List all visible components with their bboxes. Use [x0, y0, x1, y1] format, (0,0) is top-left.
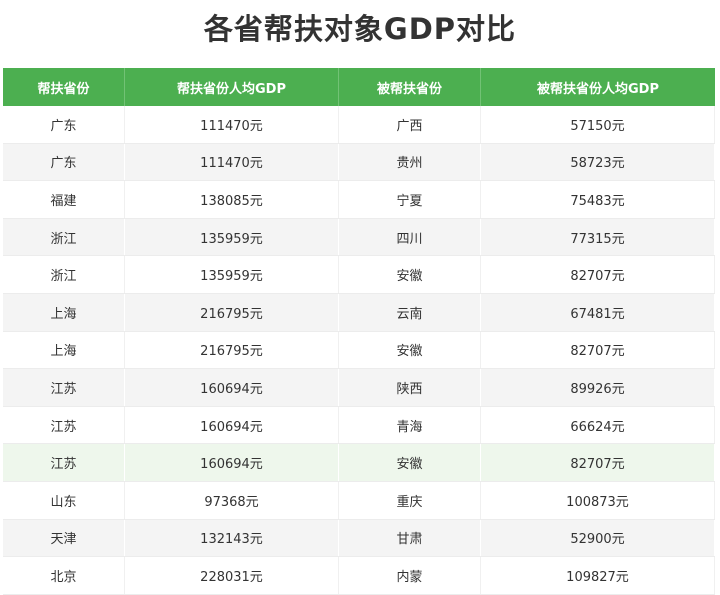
row-helper-gdp: 111470元: [125, 143, 339, 181]
gdp-comparison-table: 帮扶省份 帮扶省份人均GDP 被帮扶省份 被帮扶省份人均GDP 广东 111470…: [3, 68, 715, 595]
row-helped-gdp: 58723元: [481, 143, 715, 181]
row-helped-gdp: 75483元: [481, 181, 715, 218]
row-helped-gdp: 82707元: [481, 256, 715, 293]
row-helper-gdp: 160694元: [125, 369, 339, 406]
row-helper-province: 浙江: [3, 256, 125, 293]
row-helped-gdp: 66624元: [481, 406, 715, 444]
row-helped-gdp: 77315元: [481, 218, 715, 256]
table-row: 广东 111470元 贵州 58723元: [3, 143, 715, 182]
row-helper-province: 上海: [3, 293, 125, 331]
row-helped-gdp: 109827元: [481, 557, 715, 594]
row-helper-gdp: 111470元: [125, 106, 339, 143]
table-row: 天津 132143元 甘肃 52900元: [3, 519, 715, 558]
row-helper-province: 福建: [3, 181, 125, 218]
row-helped-province: 安徽: [339, 331, 481, 369]
row-helped-gdp: 67481元: [481, 293, 715, 331]
table-row: 北京 228031元 内蒙 109827元: [3, 557, 715, 595]
row-helper-province: 江苏: [3, 444, 125, 481]
row-helped-gdp: 57150元: [481, 106, 715, 143]
header-helper-gdp[interactable]: 帮扶省份人均GDP: [125, 68, 339, 106]
row-helper-gdp: 97368元: [125, 481, 339, 519]
header-helped-province[interactable]: 被帮扶省份: [339, 68, 481, 106]
row-helper-gdp: 160694元: [125, 406, 339, 444]
table-row: 上海 216795元 安徽 82707元: [3, 331, 715, 370]
row-helped-province: 贵州: [339, 143, 481, 181]
table-row: 上海 216795元 云南 67481元: [3, 293, 715, 332]
row-helped-gdp: 100873元: [481, 481, 715, 519]
table-row: 山东 97368元 重庆 100873元: [3, 481, 715, 520]
table-row: 江苏 160694元 青海 66624元: [3, 406, 715, 445]
row-helper-gdp: 160694元: [125, 444, 339, 481]
row-helped-province: 安徽: [339, 256, 481, 293]
row-helper-gdp: 135959元: [125, 256, 339, 293]
row-helped-province: 云南: [339, 293, 481, 331]
row-helper-province: 天津: [3, 519, 125, 557]
table-body: 广东 111470元 广西 57150元 广东 111470元 贵州 58723元 福建 1380…: [3, 106, 715, 595]
row-helper-province: 江苏: [3, 406, 125, 444]
row-helper-province: 上海: [3, 331, 125, 369]
table-row: 浙江 135959元 安徽 82707元: [3, 256, 715, 294]
row-helped-province: 陕西: [339, 369, 481, 406]
row-helped-province: 内蒙: [339, 557, 481, 594]
row-helped-province: 广西: [339, 106, 481, 143]
row-helped-province: 四川: [339, 218, 481, 256]
row-helped-province: 青海: [339, 406, 481, 444]
row-helper-province: 广东: [3, 143, 125, 181]
row-helper-gdp: 135959元: [125, 218, 339, 256]
row-helped-gdp: 82707元: [481, 444, 715, 481]
header-helper-province[interactable]: 帮扶省份: [3, 68, 125, 106]
row-helped-province: 宁夏: [339, 181, 481, 218]
row-helper-gdp: 132143元: [125, 519, 339, 557]
page-title: 各省帮扶对象GDP对比: [203, 12, 517, 46]
table-row: 江苏 160694元 安徽 82707元: [3, 444, 715, 482]
row-helper-gdp: 138085元: [125, 181, 339, 218]
row-helped-province: 安徽: [339, 444, 481, 481]
header-helped-gdp[interactable]: 被帮扶省份人均GDP: [481, 68, 715, 106]
row-helper-province: 江苏: [3, 369, 125, 406]
row-helper-gdp: 216795元: [125, 331, 339, 369]
table-row: 浙江 135959元 四川 77315元: [3, 218, 715, 257]
table-row: 广东 111470元 广西 57150元: [3, 106, 715, 144]
row-helped-province: 重庆: [339, 481, 481, 519]
row-helped-gdp: 82707元: [481, 331, 715, 369]
row-helper-gdp: 216795元: [125, 293, 339, 331]
row-helper-province: 浙江: [3, 218, 125, 256]
row-helper-gdp: 228031元: [125, 557, 339, 594]
row-helper-province: 广东: [3, 106, 125, 143]
row-helped-gdp: 89926元: [481, 369, 715, 406]
row-helped-province: 甘肃: [339, 519, 481, 557]
table-row: 江苏 160694元 陕西 89926元: [3, 369, 715, 407]
table-row: 福建 138085元 宁夏 75483元: [3, 181, 715, 219]
table-header-row: 帮扶省份 帮扶省份人均GDP 被帮扶省份 被帮扶省份人均GDP: [3, 68, 715, 106]
row-helper-province: 山东: [3, 481, 125, 519]
row-helper-province: 北京: [3, 557, 125, 594]
row-helped-gdp: 52900元: [481, 519, 715, 557]
